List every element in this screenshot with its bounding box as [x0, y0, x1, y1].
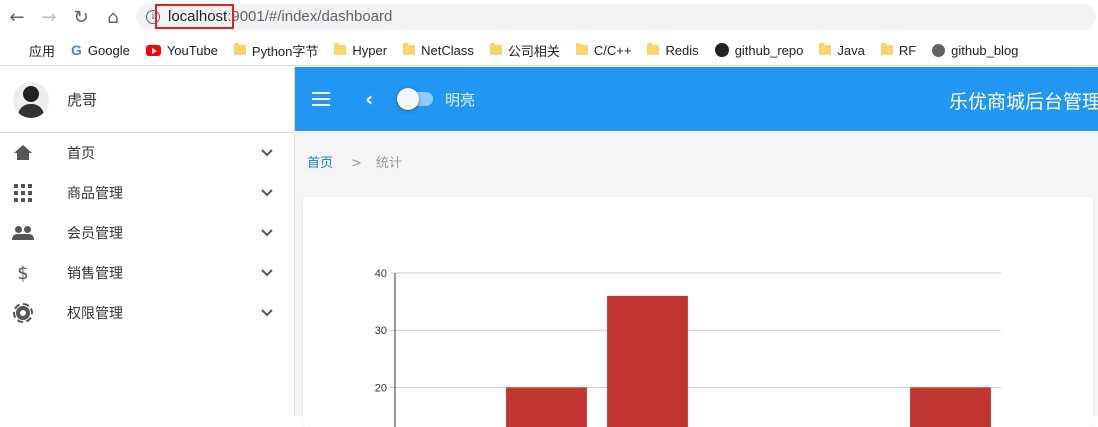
- chart-bar[interactable]: [910, 387, 991, 427]
- bookmark-label: github_blog: [951, 42, 1019, 58]
- y-tick-label: 40: [375, 268, 387, 280]
- forward-arrow-icon[interactable]: →: [38, 6, 60, 28]
- theme-label: 明亮: [445, 91, 476, 109]
- back-arrow-icon[interactable]: ←: [6, 6, 28, 28]
- chevron-down-icon[interactable]: [260, 306, 274, 321]
- bookmark-item[interactable]: github_blog: [932, 43, 1018, 58]
- bookmark-label: github_repo: [734, 42, 804, 58]
- bar-chart: 20 30 40: [375, 268, 1001, 427]
- highlight-box: [155, 4, 234, 29]
- sidebar-item-label: 商品管理: [67, 186, 123, 202]
- main-content: 首页 > 统计 20 30 40: [295, 131, 1098, 427]
- bookmark-label: RF: [898, 42, 917, 58]
- chevron-down-icon[interactable]: [260, 186, 274, 201]
- breadcrumb-separator: >: [351, 156, 362, 171]
- bookmark-item[interactable]: Redis: [647, 42, 699, 58]
- username: 虎哥: [67, 91, 98, 109]
- bookmark-label: 应用: [29, 43, 56, 59]
- sidebar-menu: 首页商品管理会员管理 $ 销售管理权限管理: [0, 133, 294, 333]
- bookmark-item[interactable]: Java: [819, 42, 865, 58]
- chevron-left-icon[interactable]: ‹: [365, 87, 373, 111]
- home-icon: [12, 142, 34, 164]
- chevron-down-icon[interactable]: [260, 226, 274, 241]
- folder-icon: [647, 43, 660, 55]
- bookmark-item[interactable]: Hyper: [334, 43, 387, 58]
- menu-icon[interactable]: [312, 92, 330, 106]
- folder-icon: [403, 43, 416, 55]
- chart-card: 20 30 40: [303, 197, 1093, 427]
- y-tick-label: 20: [375, 382, 387, 394]
- folder-icon: [334, 43, 347, 55]
- chevron-down-icon[interactable]: [260, 146, 274, 161]
- sidebar-item-label: 权限管理: [67, 306, 123, 322]
- bookmark-item[interactable]: 公司相关: [489, 41, 560, 60]
- home-browser-icon[interactable]: ⌂: [102, 6, 124, 28]
- user-profile[interactable]: 虎哥: [0, 67, 294, 133]
- bookmarks-bar: 应用 G Google YouTube Python字节 Hyper NetClass 公司相…: [0, 35, 1098, 66]
- breadcrumb: 首页 > 统计: [307, 152, 402, 171]
- sidebar-item[interactable]: 首页: [0, 133, 294, 173]
- bookmark-label: C/C++: [593, 42, 632, 58]
- sidebar-item[interactable]: 权限管理: [0, 293, 294, 333]
- sidebar-item-label: 销售管理: [67, 266, 123, 282]
- bookmark-item[interactable]: RF: [880, 42, 917, 58]
- google-icon: G: [71, 42, 82, 58]
- sidebar-item[interactable]: $ 销售管理: [0, 253, 294, 293]
- folder-icon: [233, 43, 246, 55]
- youtube-icon: [145, 44, 161, 56]
- grid-icon: [12, 182, 34, 204]
- folder-icon: [819, 43, 832, 55]
- app-title: 乐优商城后台管理: [949, 91, 1098, 113]
- sidebar-item[interactable]: 会员管理: [0, 213, 294, 253]
- url-path: :9001/#/index/dashboard: [227, 8, 393, 25]
- sidebar-item-label: 会员管理: [67, 226, 123, 242]
- sidebar-item[interactable]: 商品管理: [0, 173, 294, 213]
- people-icon: [12, 222, 34, 244]
- bookmark-label: NetClass: [421, 42, 474, 58]
- bookmark-item[interactable]: NetClass: [403, 43, 474, 58]
- bookmark-label: Python字节: [251, 43, 319, 59]
- breadcrumb-home-link[interactable]: 首页: [307, 156, 333, 171]
- bookmark-item[interactable]: YouTube: [145, 42, 218, 58]
- github-icon: [714, 43, 729, 57]
- browser-toolbar: ← → ↻ ⌂ i localhost:9001/#/index/dashboa…: [0, 0, 1098, 34]
- avatar: [13, 81, 49, 118]
- bookmark-label: Redis: [665, 42, 699, 58]
- dollar-icon: $: [17, 262, 29, 284]
- bookmark-item[interactable]: Python字节: [233, 41, 319, 60]
- top-app-bar: ‹ 明亮 乐优商城后台管理: [295, 67, 1098, 131]
- reload-icon[interactable]: ↻: [70, 6, 92, 28]
- bookmark-label: Google: [87, 42, 130, 58]
- gear-icon: [12, 302, 34, 324]
- sidebar: 虎哥 首页商品管理会员管理 $ 销售管理权限管理: [0, 67, 295, 416]
- folder-icon: [489, 43, 502, 55]
- breadcrumb-current: 统计: [375, 156, 402, 171]
- chevron-down-icon[interactable]: [260, 266, 274, 281]
- apps-icon: [10, 44, 23, 57]
- bookmark-item[interactable]: 应用: [10, 41, 55, 60]
- theme-toggle-knob[interactable]: [397, 88, 419, 110]
- y-tick-label: 30: [375, 325, 387, 337]
- bookmark-item[interactable]: C/C++: [575, 42, 632, 58]
- bookmark-label: Hyper: [352, 42, 388, 58]
- folder-icon: [575, 43, 588, 55]
- app-root: 虎哥 首页商品管理会员管理 $ 销售管理权限管理 ‹ 明亮 乐优商城后台管理 首页 >…: [0, 67, 1098, 427]
- bookmark-item[interactable]: github_repo: [714, 42, 804, 58]
- bookmark-label: Java: [837, 42, 865, 58]
- globe-icon: [932, 43, 946, 57]
- chart-bar[interactable]: [607, 295, 688, 427]
- bookmark-label: 公司相关: [507, 43, 560, 59]
- folder-icon: [880, 43, 893, 55]
- bookmark-item[interactable]: G Google: [71, 42, 130, 58]
- sidebar-item-label: 首页: [67, 146, 95, 162]
- bookmark-label: YouTube: [166, 42, 218, 58]
- address-bar[interactable]: i localhost:9001/#/index/dashboard: [136, 4, 1096, 30]
- chart-bar[interactable]: [506, 387, 587, 427]
